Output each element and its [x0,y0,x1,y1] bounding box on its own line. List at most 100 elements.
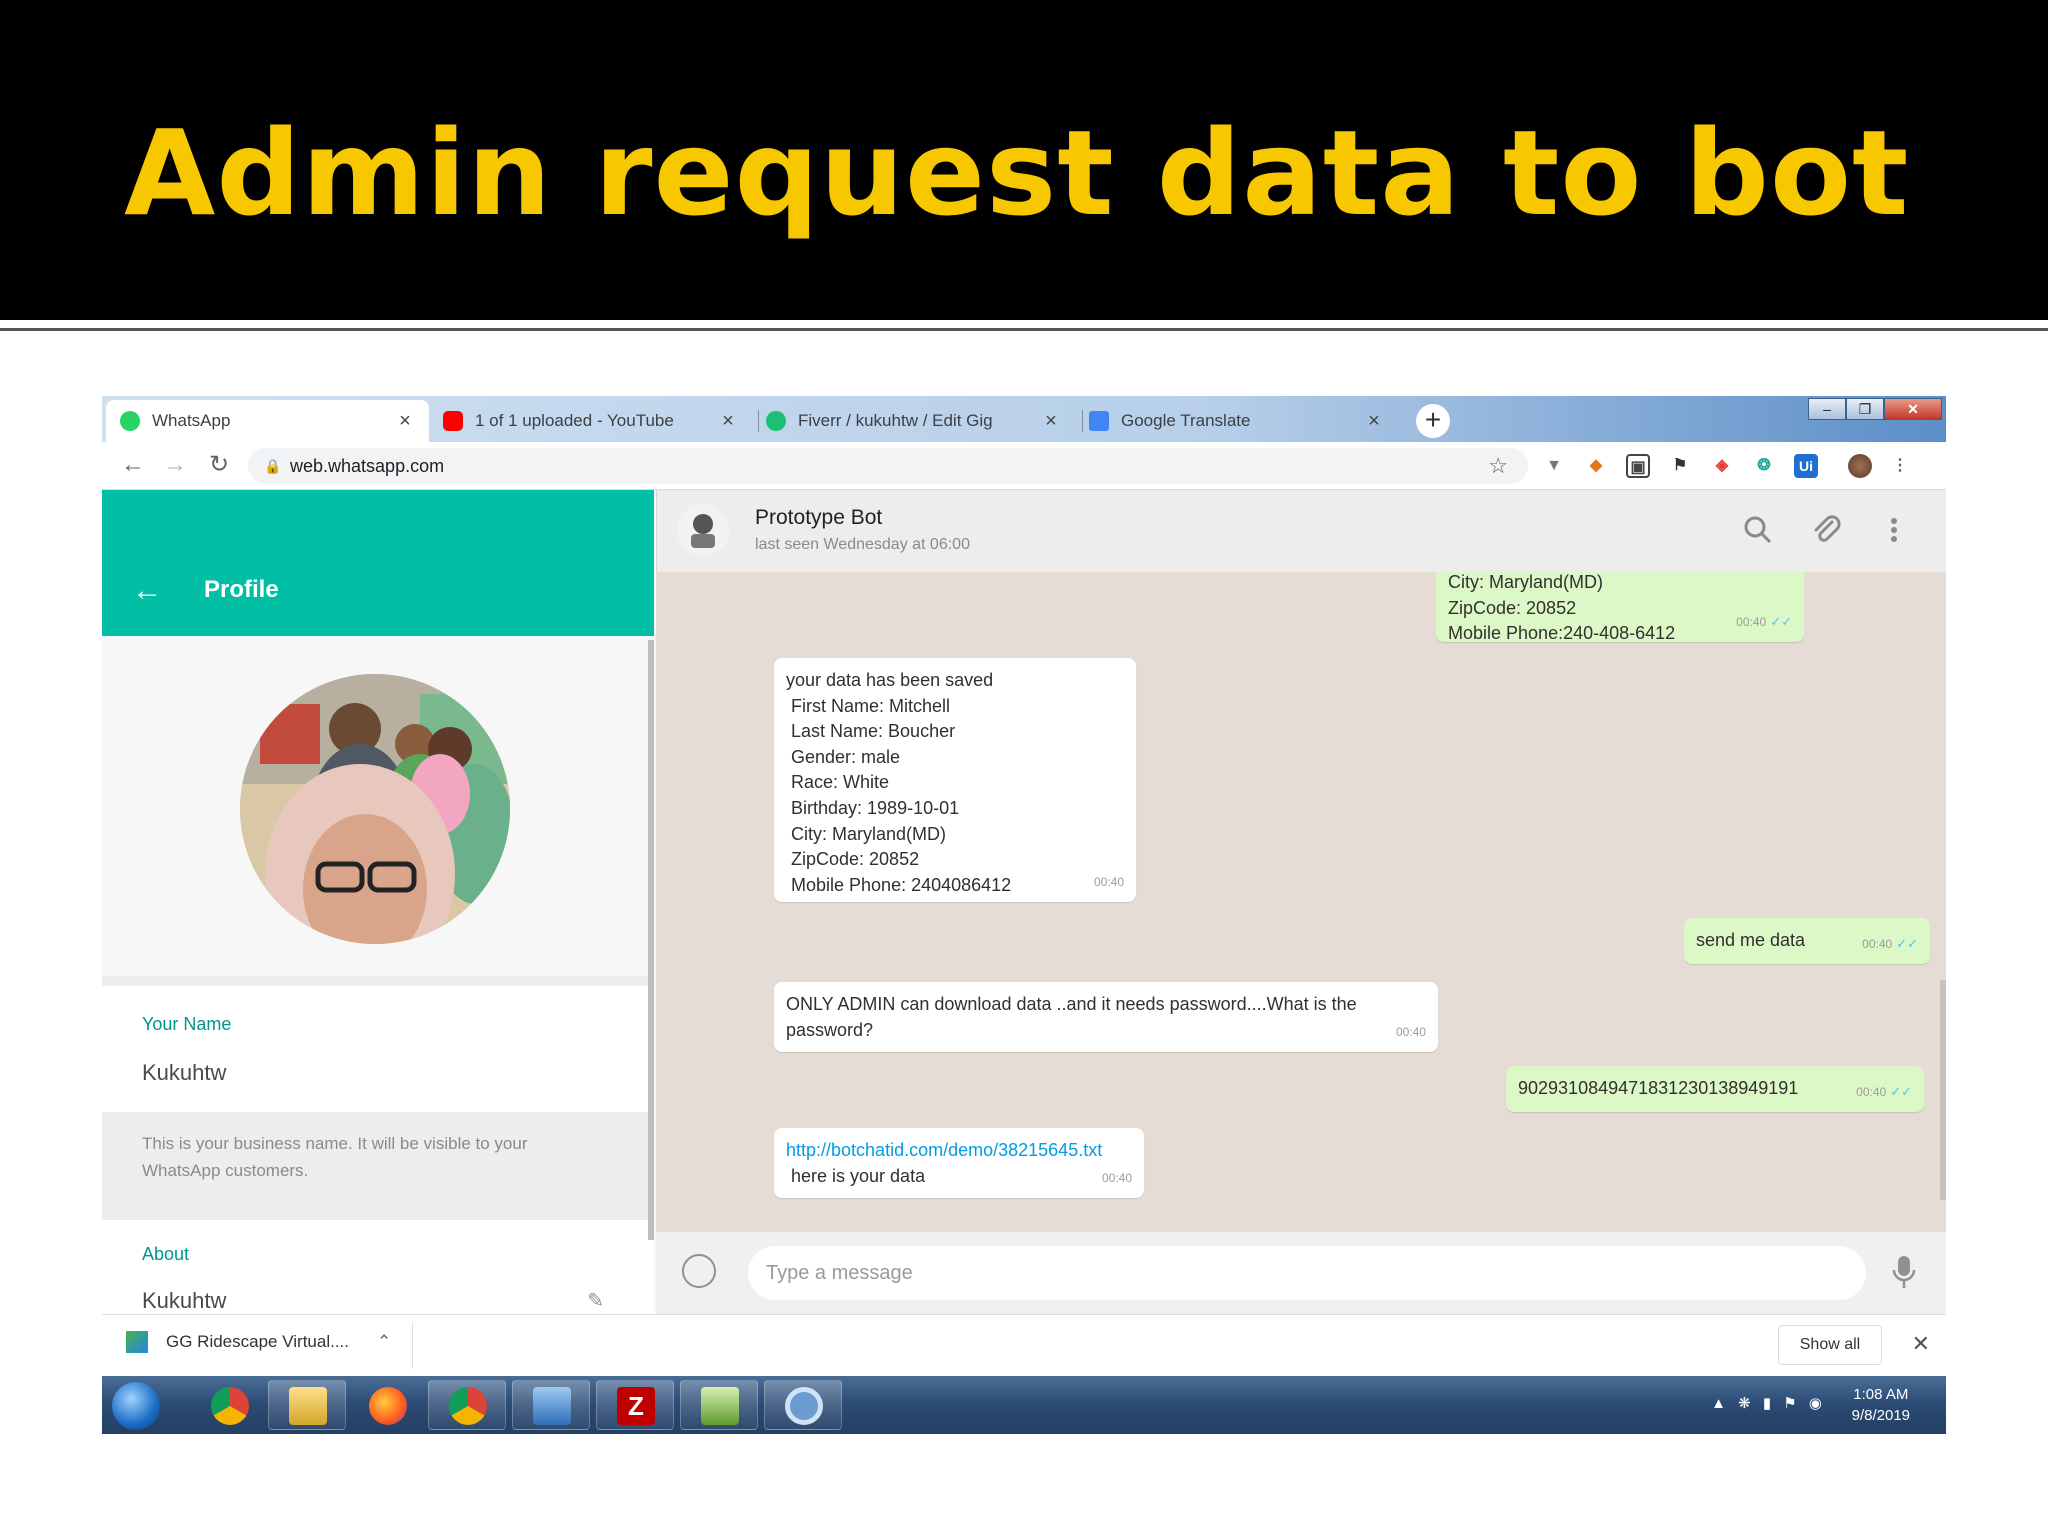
message-meta: 00:40 ✓✓ [1736,609,1792,636]
message-time: 00:40 [1093,875,1124,890]
metamask-icon[interactable]: ◆ [1584,454,1608,478]
chevron-up-icon[interactable]: ⌃ [377,1332,391,1352]
windows-taskbar: Z ▲ ❋ ▮ ⚑ ◉ 1:08 AM 9/8/2019 [102,1376,1946,1434]
name-section: Your Name Kukuhtw [102,986,654,1112]
extension-globe-icon[interactable]: ❂ [1752,454,1776,478]
restore-button[interactable]: ❐ [1846,398,1884,420]
browser-toolbar: ← → ↻ 🔒 web.whatsapp.com ☆ ▼ ◆ ▣ ⚑ ◈ ❂ U… [102,442,1946,490]
new-tab-button[interactable]: + [1416,404,1450,438]
filezilla-icon: Z [617,1387,655,1425]
message-time: 00:40 [1736,615,1767,630]
message-meta: 00:40 ✓✓ [1856,1079,1912,1106]
profile-title: Profile [204,576,279,603]
message-time: 00:40 [1856,1085,1887,1100]
edit-pencil-icon[interactable]: ✎ [587,1288,604,1313]
tab-google-translate[interactable]: Google Translate × [1075,400,1398,442]
taskbar-filezilla[interactable]: Z [596,1380,674,1430]
folder-icon [289,1387,327,1425]
browser-screenshot: WhatsApp × 1 of 1 uploaded - YouTube × F… [102,396,1946,1434]
name-hint: This is your business name. It will be v… [142,1134,528,1180]
slide-title: Admin request data to bot [124,104,1910,242]
close-window-button[interactable]: ✕ [1884,398,1942,420]
address-bar[interactable]: 🔒 web.whatsapp.com ☆ [248,448,1528,484]
chat-messages: City: Maryland(MD) ZipCode: 20852 Mobile… [656,572,1946,1232]
taskbar-app[interactable] [680,1380,758,1430]
user-avatar[interactable] [1848,454,1872,478]
tab-title: Fiverr / kukuhtw / Edit Gig [798,411,993,430]
close-tab-icon[interactable]: × [395,410,415,433]
chat-header[interactable]: Prototype Bot last seen Wednesday at 06:… [656,490,1946,572]
message-text: here is your data [786,1165,926,1186]
search-icon[interactable] [1742,514,1774,546]
whatsapp-icon [120,411,140,431]
taskbar-chrome-active[interactable] [428,1380,506,1430]
message-incoming[interactable]: ONLY ADMIN can download data ..and it ne… [774,982,1438,1052]
taskbar-app[interactable] [512,1380,590,1430]
read-ticks-icon: ✓✓ [1896,936,1918,952]
window-controls: – ❐ ✕ [1808,398,1942,420]
message-incoming[interactable]: http://botchatid.com/demo/38215645.txt h… [774,1128,1144,1198]
chrome-icon [449,1387,487,1425]
file-icon [126,1331,148,1353]
forward-icon[interactable]: → [160,450,190,480]
screenshot-extension-icon[interactable]: ▣ [1626,454,1650,478]
message-outgoing[interactable]: City: Maryland(MD) ZipCode: 20852 Mobile… [1436,572,1804,643]
divider [412,1323,413,1369]
emoji-icon[interactable] [682,1254,716,1288]
chrome-menu-icon[interactable]: ⋮ [1888,454,1912,478]
extension-flag-icon[interactable]: ⚑ [1668,454,1692,478]
scrollbar[interactable] [648,640,654,1240]
window-icon [533,1387,571,1425]
profile-header: ← Profile [102,490,654,636]
clock-time: 1:08 AM [1853,1386,1909,1403]
microphone-icon[interactable] [1892,1254,1916,1290]
uipath-icon[interactable]: Ui [1794,454,1818,478]
tab-youtube[interactable]: 1 of 1 uploaded - YouTube × [429,400,752,442]
message-incoming[interactable]: your data has been saved First Name: Mit… [774,658,1136,902]
fiverr-icon [766,411,786,431]
tab-title: 1 of 1 uploaded - YouTube [475,411,674,430]
start-button[interactable] [112,1382,160,1430]
back-arrow-icon[interactable]: ← [132,576,162,606]
system-tray[interactable]: ▲ ❋ ▮ ⚑ ◉ [1711,1394,1826,1412]
taskbar-explorer[interactable] [268,1380,346,1430]
message-outgoing[interactable]: 90293108494718312301389491​91 00:40 ✓✓ [1506,1066,1924,1112]
extension-v-icon[interactable]: ▼ [1542,454,1566,478]
bookmark-star-icon[interactable]: ☆ [1488,453,1508,479]
message-time: 00:40 [1862,937,1893,952]
profile-photo[interactable] [240,674,510,944]
tab-fiverr[interactable]: Fiverr / kukuhtw / Edit Gig × [752,400,1075,442]
tab-title: Google Translate [1121,411,1251,430]
profile-photo-area [102,636,654,976]
clock[interactable]: 1:08 AM 9/8/2019 [1852,1384,1910,1426]
name-label: Your Name [142,1014,232,1034]
message-outgoing[interactable]: send me data 00:40 ✓✓ [1684,918,1930,964]
close-tab-icon[interactable]: × [718,410,738,433]
back-icon[interactable]: ← [118,450,148,480]
taskbar-firefox[interactable] [348,1380,426,1430]
name-value[interactable]: Kukuhtw [142,1060,226,1086]
close-tab-icon[interactable]: × [1364,410,1384,433]
message-text: 90293108494718312301389491​91 [1518,1078,1799,1098]
contact-status: last seen Wednesday at 06:00 [755,536,970,553]
google-translate-icon [1089,411,1109,431]
download-item[interactable]: GG Ridescape Virtual.... ⌃ [126,1331,391,1353]
about-value[interactable]: Kukuhtw [142,1288,226,1314]
read-ticks-icon: ✓✓ [1770,614,1792,630]
close-tab-icon[interactable]: × [1041,410,1061,433]
reload-icon[interactable]: ↻ [204,450,234,480]
tab-whatsapp[interactable]: WhatsApp × [106,400,429,442]
taskbar-chrome[interactable] [190,1380,268,1430]
menu-dots-icon[interactable] [1878,514,1910,546]
show-all-button[interactable]: Show all [1778,1325,1882,1365]
whatsapp-web: ← Profile Your Name Kukuhtw This is your… [102,490,1946,1314]
close-icon[interactable]: ✕ [1912,1331,1930,1357]
message-input[interactable] [748,1246,1866,1300]
minimize-button[interactable]: – [1808,398,1846,420]
bot-avatar[interactable] [677,504,729,556]
taskbar-app[interactable] [764,1380,842,1430]
scrollbar[interactable] [1940,980,1946,1200]
extension-arrow-icon[interactable]: ◈ [1710,454,1734,478]
message-link[interactable]: http://botchatid.com/demo/38215645.txt [786,1138,1132,1164]
attach-icon[interactable] [1810,514,1842,546]
